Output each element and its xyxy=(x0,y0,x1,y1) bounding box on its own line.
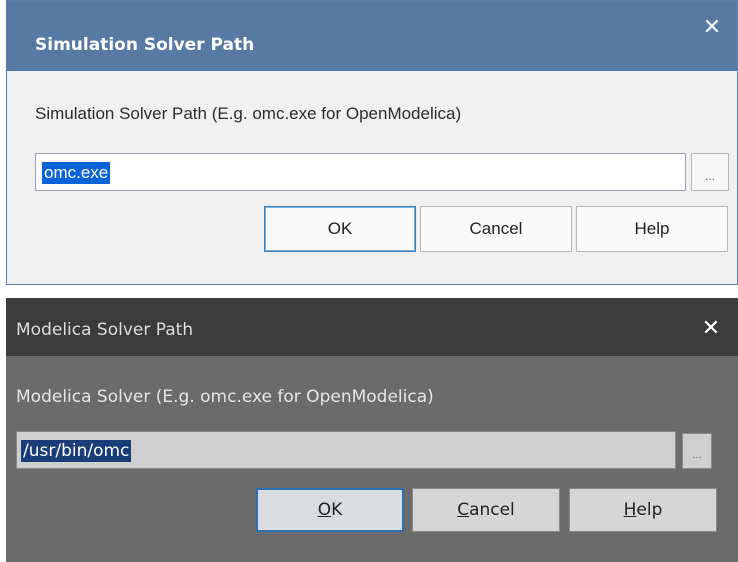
selected-text: /usr/bin/omc xyxy=(21,440,132,462)
help-label-rest: elp xyxy=(636,500,663,520)
help-mnemonic: H xyxy=(623,500,637,520)
browse-button[interactable]: ... xyxy=(682,433,712,469)
selected-text: omc.exe xyxy=(42,162,111,184)
cancel-mnemonic: C xyxy=(457,500,470,520)
ok-button[interactable]: OK xyxy=(264,206,416,252)
solver-path-input[interactable]: /usr/bin/omc xyxy=(16,431,676,469)
modelica-solver-path-dialog: Modelica Solver Path ✕ Modelica Solver (… xyxy=(6,298,738,562)
solver-path-label: Simulation Solver Path (E.g. omc.exe for… xyxy=(35,104,462,123)
solver-path-input[interactable]: omc.exe xyxy=(35,153,686,191)
dialog-title: Modelica Solver Path xyxy=(16,320,194,340)
ok-button[interactable]: OK xyxy=(256,488,404,532)
help-button[interactable]: Help xyxy=(576,206,728,252)
title-bar[interactable]: Simulation Solver Path ✕ xyxy=(7,1,737,71)
dialog-title: Simulation Solver Path xyxy=(35,35,255,55)
simulation-solver-path-dialog: Simulation Solver Path ✕ Simulation Solv… xyxy=(6,0,738,285)
cancel-label-rest: ancel xyxy=(469,500,515,520)
title-bar[interactable]: Modelica Solver Path ✕ xyxy=(6,298,738,356)
ok-mnemonic: O xyxy=(317,500,332,520)
help-button[interactable]: Help xyxy=(569,488,717,532)
close-icon[interactable]: ✕ xyxy=(697,13,727,43)
close-icon[interactable]: ✕ xyxy=(696,314,726,344)
solver-label: Modelica Solver (E.g. omc.exe for OpenMo… xyxy=(16,387,434,407)
cancel-button[interactable]: Cancel xyxy=(420,206,572,252)
browse-button[interactable]: ... xyxy=(691,153,729,191)
cancel-button[interactable]: Cancel xyxy=(412,488,560,532)
ok-label-rest: K xyxy=(331,500,343,520)
